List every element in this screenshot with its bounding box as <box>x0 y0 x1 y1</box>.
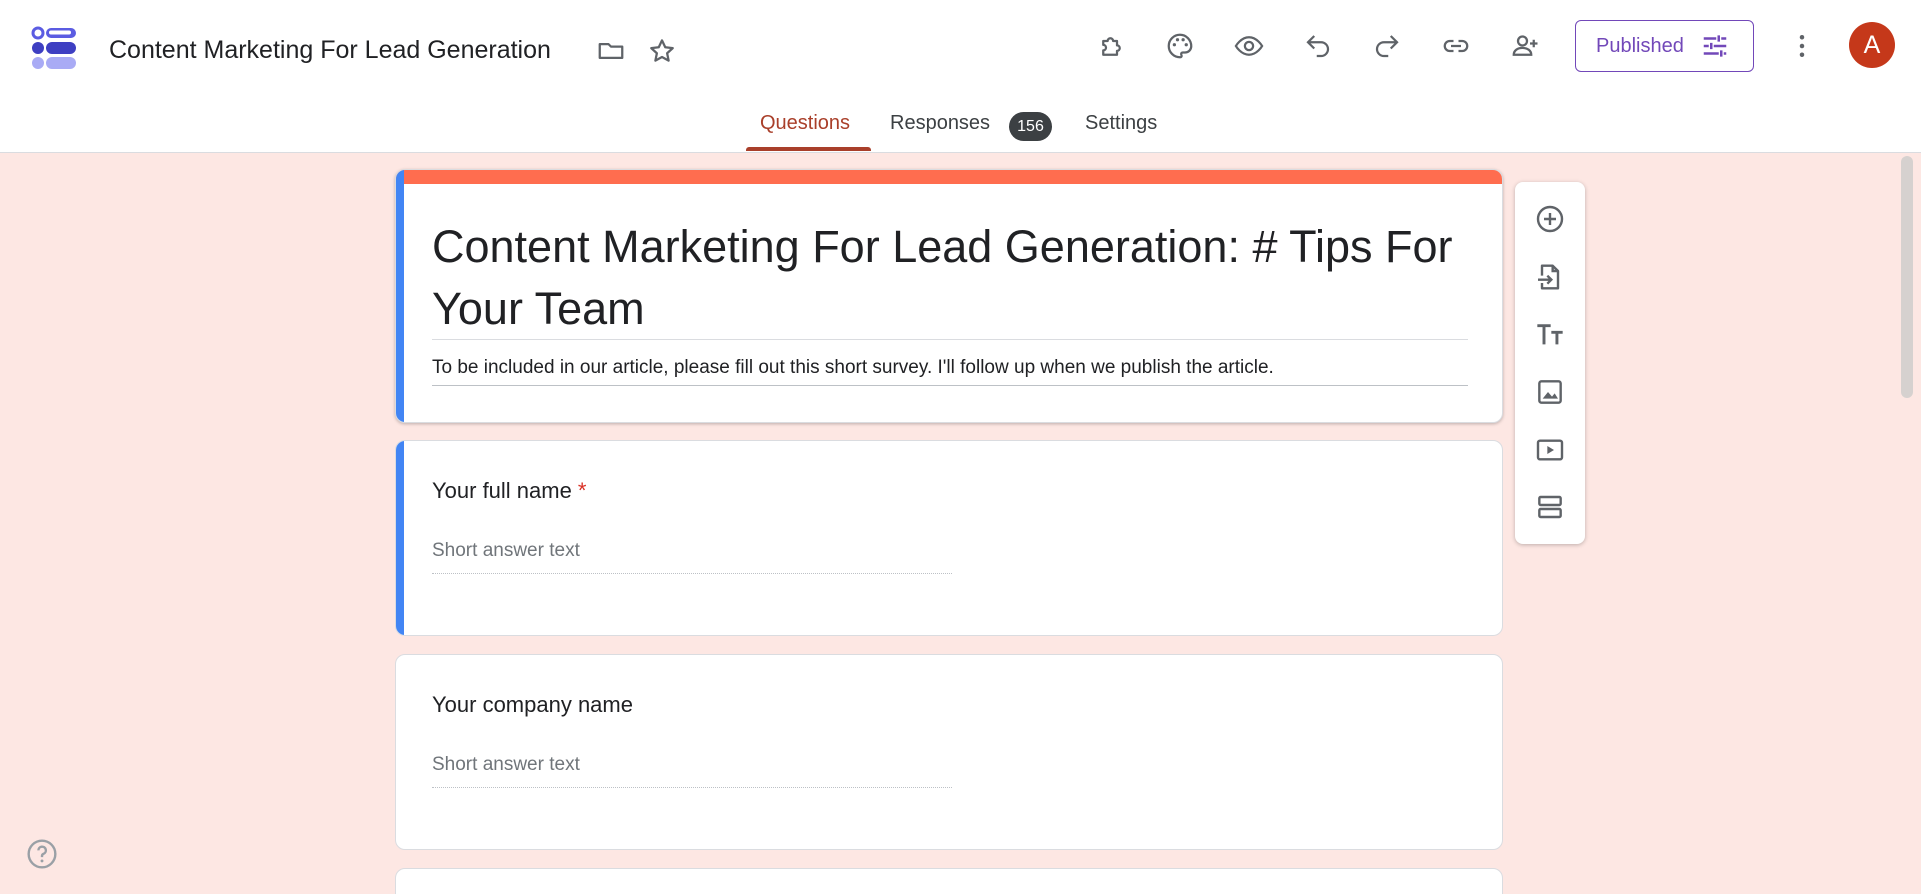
description-underline <box>432 385 1468 386</box>
add-question-icon[interactable] <box>1529 198 1571 240</box>
settings-sliders-icon <box>1703 35 1727 57</box>
add-image-icon[interactable] <box>1529 371 1571 413</box>
published-label: Published <box>1596 34 1684 57</box>
document-title[interactable]: Content Marketing For Lead Generation <box>109 36 551 65</box>
question-card[interactable]: Your full name * Short answer text <box>395 440 1503 636</box>
active-tab-indicator <box>746 147 871 151</box>
published-button[interactable]: Published <box>1575 20 1754 72</box>
form-title[interactable]: Content Marketing For Lead Generation: #… <box>432 216 1462 340</box>
active-card-indicator <box>396 170 404 422</box>
question-title[interactable]: Your full name * <box>432 478 586 504</box>
question-title-text: Your full name <box>432 478 572 503</box>
preview-eye-icon[interactable] <box>1227 24 1271 68</box>
add-title-icon[interactable] <box>1529 314 1571 356</box>
top-bar: Content Marketing For Lead Generation Pu… <box>0 0 1921 100</box>
add-video-icon[interactable] <box>1529 429 1571 471</box>
more-vert-icon[interactable] <box>1780 24 1824 68</box>
undo-icon[interactable] <box>1296 24 1340 68</box>
form-description[interactable]: To be included in our article, please fi… <box>432 357 1274 379</box>
addons-icon[interactable] <box>1090 24 1134 68</box>
question-title[interactable]: Your company name <box>432 692 633 718</box>
form-title-card[interactable]: Content Marketing For Lead Generation: #… <box>395 169 1503 423</box>
responses-count-badge: 156 <box>1009 112 1052 141</box>
import-questions-icon[interactable] <box>1529 256 1571 298</box>
scrollbar-thumb[interactable] <box>1901 156 1913 398</box>
question-card[interactable]: Your company name Short answer text <box>395 654 1503 850</box>
title-divider <box>432 339 1468 340</box>
move-to-folder-icon[interactable] <box>589 29 633 73</box>
short-answer-field: Short answer text <box>432 754 952 788</box>
short-answer-field: Short answer text <box>432 540 952 574</box>
question-card[interactable] <box>395 868 1503 894</box>
avatar[interactable]: A <box>1849 22 1895 68</box>
tab-responses[interactable]: Responses <box>890 112 990 135</box>
theme-color-bar <box>396 170 1502 184</box>
help-icon[interactable] <box>26 838 58 870</box>
tab-questions[interactable]: Questions <box>760 112 850 135</box>
link-icon[interactable] <box>1434 24 1478 68</box>
required-asterisk: * <box>577 478 587 503</box>
add-section-icon[interactable] <box>1529 486 1571 528</box>
star-icon[interactable] <box>640 29 684 73</box>
add-collaborator-icon[interactable] <box>1503 24 1547 68</box>
tab-settings[interactable]: Settings <box>1085 112 1157 135</box>
forms-logo-icon[interactable] <box>30 24 78 72</box>
palette-icon[interactable] <box>1158 24 1202 68</box>
side-toolbar <box>1515 182 1585 544</box>
redo-icon[interactable] <box>1365 24 1409 68</box>
active-card-indicator <box>396 441 404 635</box>
